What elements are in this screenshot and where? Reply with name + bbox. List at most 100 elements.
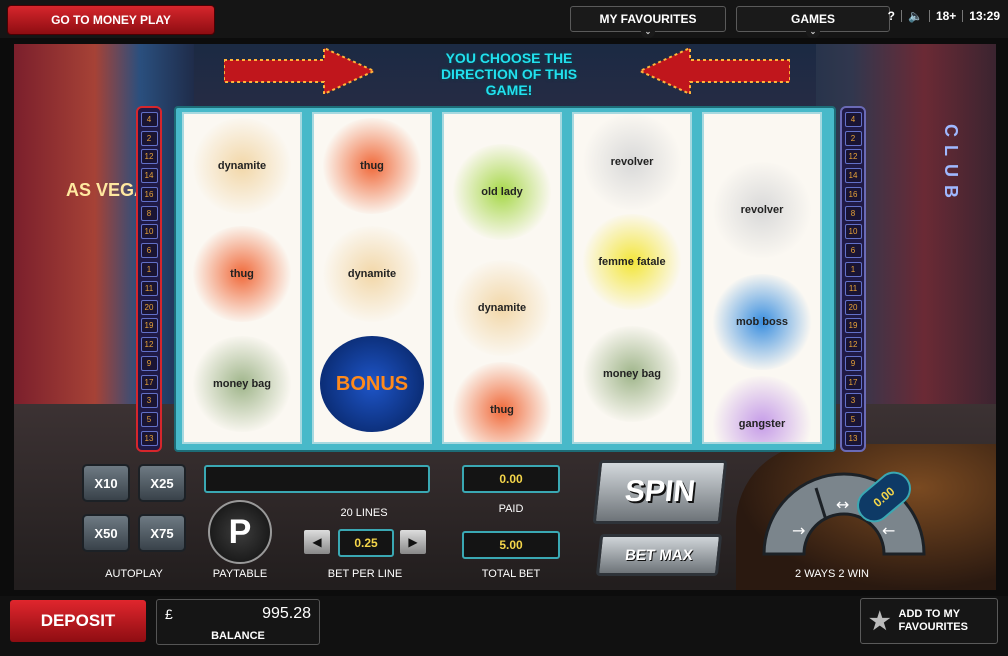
lines-label: 20 LINES	[340, 507, 388, 519]
bonus-symbol: BONUS	[320, 336, 424, 432]
chevron-down-icon: ⌄	[806, 26, 820, 38]
reel-4: revolver femme fatale money bag	[572, 112, 692, 444]
dynamite-symbol: dynamite	[320, 226, 424, 322]
divider	[962, 10, 964, 22]
bet-max-button[interactable]: BET MAX	[595, 534, 723, 576]
reel-5: revolver mob boss gangster	[702, 112, 822, 444]
triangle-left-icon: ◀	[312, 535, 322, 549]
payline-number[interactable]: 12	[844, 149, 862, 165]
paytable-button[interactable]: P	[208, 500, 272, 564]
star-icon: ★	[869, 607, 891, 635]
thug-symbol: thug	[320, 118, 424, 214]
autoplay-label: AUTOPLAY	[105, 568, 163, 580]
paylines-right: 4 2 12 14 16 8 10 6 1 11 20 19 12 9 17 3 5 13	[840, 106, 866, 452]
clock: 13:29	[969, 9, 1000, 23]
paytable-icon: P	[228, 512, 252, 551]
payline-number[interactable]: 8	[140, 205, 158, 221]
add-to-favourites-button[interactable]: ★ ADD TO MY FAVOURITES	[860, 598, 998, 644]
arrow-both-icon: ↔	[836, 495, 849, 514]
mob-boss-symbol: mob boss	[710, 274, 814, 370]
payline-number[interactable]: 3	[844, 393, 862, 409]
payline-number[interactable]: 17	[140, 374, 158, 390]
payline-number[interactable]: 10	[140, 224, 158, 240]
divider	[900, 10, 902, 22]
paylines-left: 4 2 12 14 16 8 10 6 1 11 20 19 12 9 17 3 5 13	[136, 106, 162, 452]
payline-number[interactable]: 1	[844, 262, 862, 277]
bottom-bar	[0, 596, 1008, 656]
reel-3: old lady dynamite thug	[442, 112, 562, 444]
autoplay-x25-button[interactable]: X25	[138, 464, 186, 502]
payline-number[interactable]: 11	[140, 280, 158, 296]
payline-number[interactable]: 13	[844, 430, 862, 446]
divider	[928, 10, 930, 22]
payline-number[interactable]: 14	[140, 168, 158, 184]
revolver-symbol: revolver	[710, 162, 814, 258]
dynamite-symbol: dynamite	[190, 118, 294, 214]
payline-number[interactable]: 9	[844, 355, 862, 371]
my-favourites-dropdown[interactable]: MY FAVOURITES ⌄	[570, 6, 726, 38]
spin-button[interactable]: SPIN	[592, 460, 728, 524]
money-bag-symbol: money bag	[580, 326, 684, 422]
payline-number[interactable]: 14	[844, 168, 862, 184]
my-favourites-label: MY FAVOURITES	[599, 12, 697, 26]
autoplay-x10-button[interactable]: X10	[82, 464, 130, 502]
paid-label: PAID	[498, 503, 524, 515]
payline-number[interactable]: 16	[140, 186, 158, 202]
chevron-down-icon: ⌄	[641, 26, 655, 38]
reel-frame: dynamite thug money bag thug dynamite BO…	[174, 106, 836, 452]
message-display	[204, 465, 430, 493]
payline-number[interactable]: 13	[140, 430, 158, 446]
age-badge: 18+	[935, 9, 957, 23]
bet-per-line-label: BET PER LINE	[327, 568, 403, 580]
payline-number[interactable]: 16	[844, 186, 862, 202]
payline-number[interactable]: 19	[140, 318, 158, 334]
payline-number[interactable]: 20	[140, 299, 158, 315]
city-background-left	[14, 44, 194, 424]
payline-number[interactable]: 20	[844, 299, 862, 315]
old-lady-symbol: old lady	[450, 144, 554, 240]
help-button[interactable]: ?	[888, 9, 895, 23]
headline: YOU CHOOSE THE DIRECTION OF THIS GAME!	[440, 50, 578, 98]
payline-number[interactable]: 3	[140, 393, 158, 409]
payline-number[interactable]: 19	[844, 318, 862, 334]
payline-number[interactable]: 10	[844, 224, 862, 240]
payline-number[interactable]: 2	[844, 130, 862, 146]
arrow-right-icon: →	[792, 521, 805, 540]
payline-number[interactable]: 4	[844, 111, 862, 127]
autoplay-x75-button[interactable]: X75	[138, 514, 186, 552]
arrow-left-icon	[640, 48, 790, 94]
deposit-button[interactable]: DEPOSIT	[10, 600, 146, 642]
add-to-favourites-label: ADD TO MY FAVOURITES	[898, 608, 968, 633]
payline-number[interactable]: 5	[844, 412, 862, 428]
payline-number[interactable]: 6	[140, 243, 158, 259]
payline-number[interactable]: 2	[140, 130, 158, 146]
payline-number[interactable]: 17	[844, 374, 862, 390]
payline-number[interactable]: 8	[844, 205, 862, 221]
games-label: GAMES	[790, 12, 835, 26]
bet-decrease-button[interactable]: ◀	[304, 530, 330, 554]
go-to-money-play-button[interactable]: GO TO MONEY PLAY	[8, 6, 214, 34]
gangster-symbol: gangster	[710, 376, 814, 442]
payline-number[interactable]: 1	[140, 262, 158, 277]
payline-number[interactable]: 12	[844, 337, 862, 353]
total-bet-label: TOTAL BET	[481, 568, 541, 580]
payline-number[interactable]: 11	[844, 280, 862, 296]
payline-number[interactable]: 4	[140, 111, 158, 127]
payline-number[interactable]: 12	[140, 149, 158, 165]
paid-display: 0.00	[462, 465, 560, 493]
payline-number[interactable]: 5	[140, 412, 158, 428]
thug-symbol: thug	[450, 362, 554, 442]
payline-number[interactable]: 12	[140, 337, 158, 353]
games-dropdown[interactable]: GAMES ⌄	[736, 6, 890, 38]
payline-number[interactable]: 6	[844, 243, 862, 259]
autoplay-x50-button[interactable]: X50	[82, 514, 130, 552]
status-area: ? 🔈 18+ 13:29	[888, 9, 1000, 23]
bet-increase-button[interactable]: ▶	[400, 530, 426, 554]
sound-icon[interactable]: 🔈	[908, 9, 923, 23]
currency-symbol: £	[165, 606, 173, 622]
reel-2: thug dynamite BONUS	[312, 112, 432, 444]
arrow-right-icon	[224, 48, 374, 94]
payline-number[interactable]: 9	[140, 355, 158, 371]
game-canvas: AS VEGAS CLUB YOU CHOOSE THE DIRECTION O…	[14, 44, 996, 590]
triangle-right-icon: ▶	[408, 535, 418, 549]
